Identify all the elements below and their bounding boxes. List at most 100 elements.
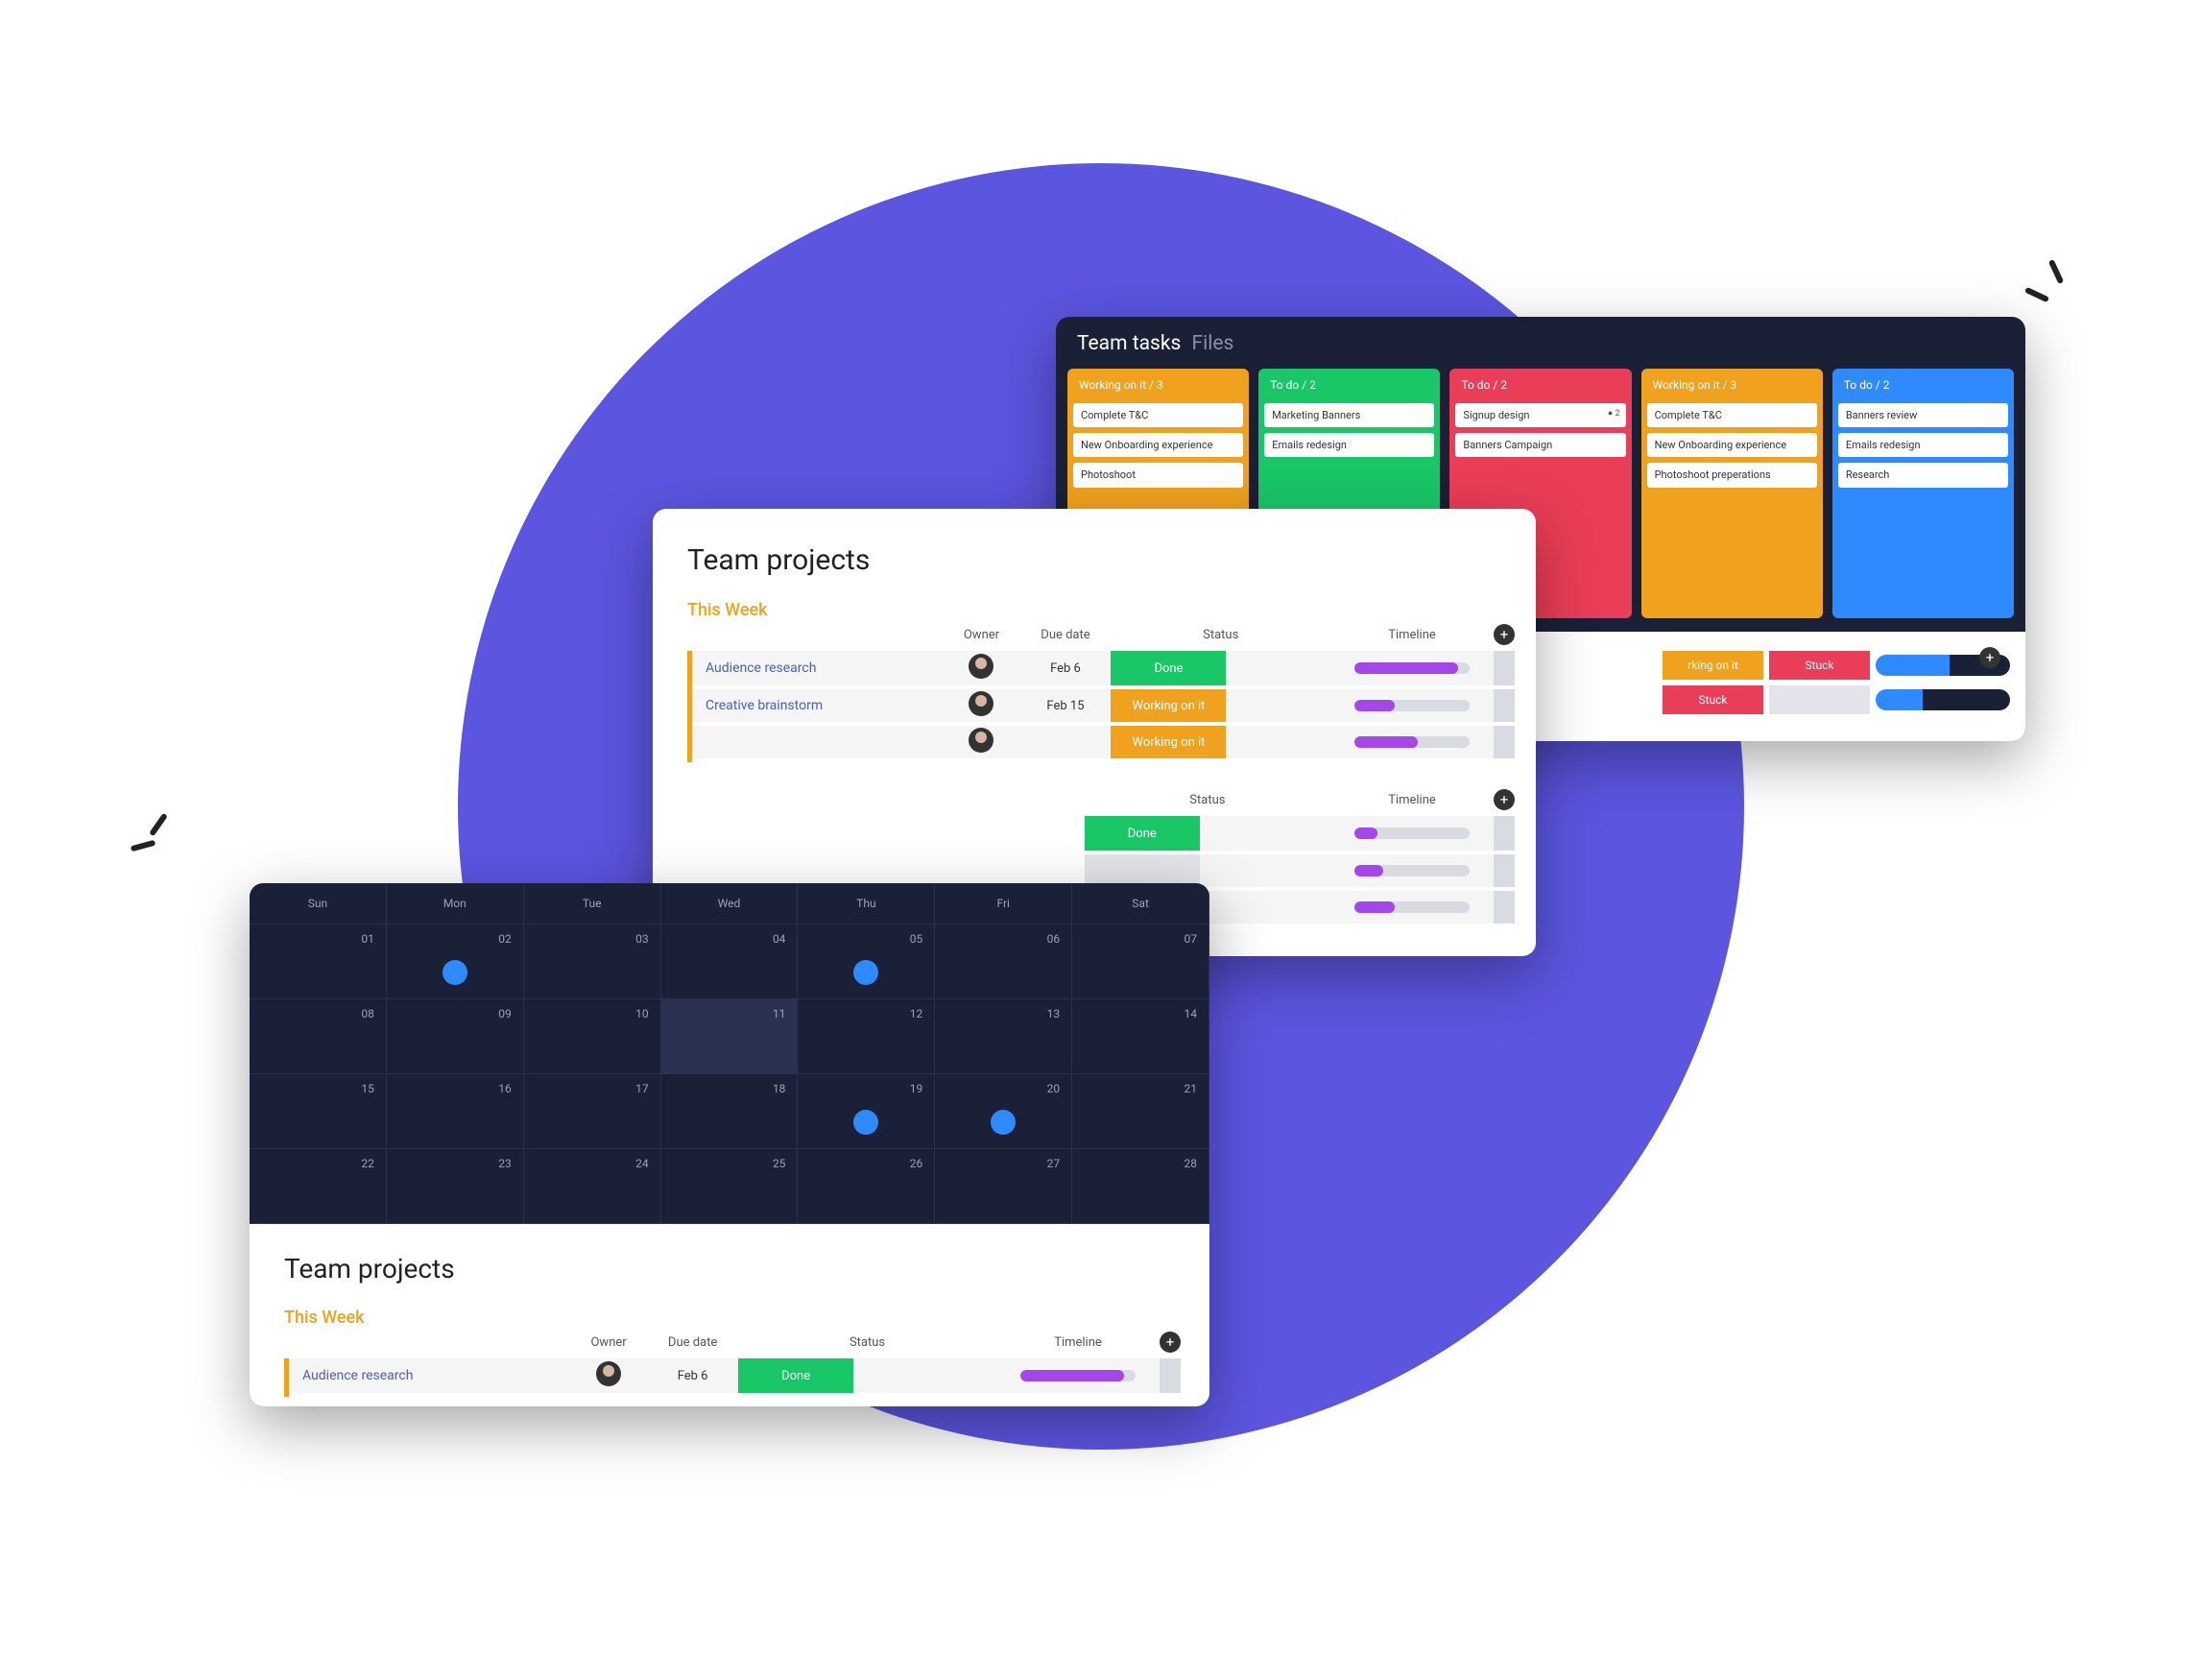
table-row[interactable]: Audience research Feb 6Done [287, 1358, 1182, 1395]
calendar-day[interactable]: 13 [935, 999, 1072, 1074]
calendar-day[interactable]: 07 [1072, 924, 1209, 999]
calendar-day[interactable]: 26 [798, 1149, 935, 1224]
kanban-card[interactable]: Complete T&C [1647, 403, 1817, 427]
calendar-day[interactable]: 17 [524, 1074, 661, 1149]
task-name[interactable]: Audience research [690, 651, 944, 687]
calendar-day[interactable]: 25 [661, 1149, 799, 1224]
kanban-card[interactable]: New Onboarding experience [1647, 433, 1817, 457]
kanban-column-title: Working on it / 3 [1647, 374, 1817, 397]
calendar-day-header: Sun [250, 883, 387, 924]
status-pill[interactable] [1085, 854, 1200, 887]
table-row[interactable]: Creative brainstorm Feb 15Working on it [690, 687, 1516, 724]
owner-cell[interactable] [570, 1358, 647, 1395]
calendar-day[interactable]: 24 [524, 1149, 661, 1224]
calendar-day[interactable]: 01 [250, 924, 387, 999]
col-owner: Owner [943, 624, 1019, 651]
timeline-bar[interactable] [1354, 736, 1470, 748]
owner-cell[interactable] [943, 724, 1019, 760]
status-pill[interactable]: Done [1085, 816, 1200, 851]
calendar-day[interactable]: 21 [1072, 1074, 1209, 1149]
due-date[interactable]: Feb 6 [1019, 651, 1111, 687]
timeline-bar[interactable] [1354, 865, 1470, 876]
calendar-day[interactable]: 18 [661, 1074, 799, 1149]
calendar-day[interactable]: 23 [387, 1149, 524, 1224]
table-row[interactable]: Done [1085, 816, 1515, 852]
calendar-day-header: Mon [387, 883, 524, 924]
kanban-card[interactable]: Banners review [1838, 403, 2008, 427]
status-cell[interactable]: Stuck [1663, 685, 1763, 714]
owner-cell[interactable] [943, 651, 1019, 687]
kanban-card[interactable]: Marketing Banners [1264, 403, 1434, 427]
calendar-day[interactable]: 05 [798, 924, 935, 999]
col-owner: Owner [570, 1332, 647, 1358]
kanban-card[interactable]: Emails redesign [1838, 433, 2008, 457]
status-cell[interactable]: rking on it [1663, 651, 1763, 680]
kanban-card[interactable]: Signup design● 2 [1455, 403, 1625, 427]
kanban-card[interactable]: Photoshoot preperations [1647, 463, 1817, 487]
calendar-day[interactable]: 20 [935, 1074, 1072, 1149]
calendar-day-header: Wed [661, 883, 799, 924]
calendar-day[interactable]: 16 [387, 1074, 524, 1149]
kanban-card[interactable]: Banners Campaign [1455, 433, 1625, 457]
kanban-card[interactable]: Complete T&C [1073, 403, 1243, 427]
task-name[interactable]: Creative brainstorm [690, 687, 944, 724]
row-end [1494, 816, 1515, 852]
calendar-day[interactable]: 11 [661, 999, 799, 1074]
status-pill[interactable]: Working on it [1111, 689, 1226, 722]
due-date[interactable]: Feb 15 [1019, 687, 1111, 724]
table-row[interactable]: Working on it [690, 724, 1516, 760]
timeline-bar[interactable] [1354, 901, 1470, 913]
timeline-bar[interactable] [1020, 1370, 1136, 1381]
calendar-day[interactable]: 14 [1072, 999, 1209, 1074]
kanban-card[interactable]: Photoshoot [1073, 463, 1243, 487]
calendar-day[interactable]: 06 [935, 924, 1072, 999]
event-dot-icon[interactable] [853, 960, 878, 985]
add-column-button[interactable]: + [1494, 624, 1515, 645]
kanban-card[interactable]: New Onboarding experience [1073, 433, 1243, 457]
status-cell[interactable] [1769, 685, 1870, 714]
event-dot-icon[interactable] [853, 1110, 878, 1135]
calendar-day[interactable]: 02 [387, 924, 524, 999]
timeline-bar[interactable] [1354, 828, 1470, 839]
kanban-column[interactable]: Working on it / 3 Complete T&C New Onboard… [1641, 369, 1823, 618]
section-label[interactable]: This Week [687, 600, 1515, 620]
status-pill[interactable]: Working on it [1111, 726, 1226, 758]
task-name[interactable]: Audience research [287, 1358, 571, 1395]
table-row[interactable]: Audience research Feb 6Done [690, 651, 1516, 687]
kanban-column[interactable]: To do / 2Banners reviewEmails redesignRe… [1832, 369, 2014, 618]
timeline-bar[interactable] [1354, 662, 1470, 674]
add-button[interactable]: + [1979, 647, 2000, 668]
avatar [969, 654, 993, 679]
task-name[interactable] [690, 724, 944, 760]
calendar-day[interactable]: 15 [250, 1074, 387, 1149]
section-label[interactable]: This Week [284, 1308, 1181, 1328]
add-column-button[interactable]: + [1494, 789, 1515, 810]
due-date[interactable] [1019, 724, 1111, 760]
due-date[interactable]: Feb 6 [647, 1358, 738, 1395]
status-pill[interactable]: Done [738, 1358, 853, 1393]
calendar-day[interactable]: 28 [1072, 1149, 1209, 1224]
kanban-subtitle[interactable]: Files [1192, 332, 1234, 355]
event-dot-icon[interactable] [443, 960, 467, 985]
calendar-day[interactable]: 10 [524, 999, 661, 1074]
kanban-card[interactable]: Emails redesign [1264, 433, 1434, 457]
status-pill[interactable]: Done [1111, 651, 1226, 685]
calendar-day[interactable]: 27 [935, 1149, 1072, 1224]
event-dot-icon[interactable] [991, 1110, 1016, 1135]
calendar-day[interactable]: 03 [524, 924, 661, 999]
calendar-day[interactable]: 04 [661, 924, 799, 999]
calendar-day[interactable]: 08 [250, 999, 387, 1074]
owner-cell[interactable] [943, 687, 1019, 724]
kanban-card[interactable]: Research [1838, 463, 2008, 487]
timeline-bar[interactable] [1354, 700, 1470, 711]
day-number: 12 [910, 1007, 923, 1020]
status-cell[interactable]: Stuck [1769, 651, 1870, 680]
calendar-day[interactable]: 22 [250, 1149, 387, 1224]
comment-icon[interactable]: ● 2 [1608, 409, 1620, 420]
add-column-button[interactable]: + [1160, 1332, 1181, 1353]
calendar-day[interactable]: 09 [387, 999, 524, 1074]
day-number: 13 [1047, 1007, 1061, 1020]
calendar-day[interactable]: 19 [798, 1074, 935, 1149]
col-timeline: Timeline [1330, 624, 1494, 651]
calendar-day[interactable]: 12 [798, 999, 935, 1074]
